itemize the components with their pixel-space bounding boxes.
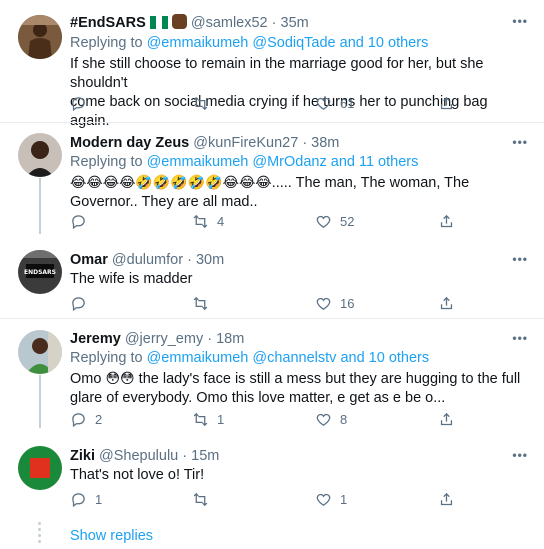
tweet-text: That's not love o! Tir! xyxy=(70,467,205,483)
share-icon xyxy=(440,296,453,310)
emoji-sequence: 😂😂😂😂🤣🤣🤣🤣🤣😂😂😂 xyxy=(70,174,272,190)
raised-fist-icon xyxy=(171,14,187,29)
share-icon xyxy=(440,412,453,426)
collapsed-thread-dots xyxy=(38,522,42,546)
retweet-button[interactable]: 1 xyxy=(192,411,224,428)
mention-link[interactable]: @emmaikumeh xyxy=(147,154,249,170)
mention-link[interactable]: @MrOdanz xyxy=(252,154,326,170)
like-button[interactable]: 16 xyxy=(315,295,354,312)
replying-to: Replying to @emmaikumeh @channelstv and … xyxy=(70,350,430,366)
more-icon[interactable]: ••• xyxy=(512,331,528,345)
share-icon xyxy=(440,96,453,110)
more-icon[interactable]: ••• xyxy=(512,448,528,462)
replying-to: Replying to @emmaikumeh @MrOdanz and 11 … xyxy=(70,154,419,170)
more-icon[interactable]: ••• xyxy=(512,135,528,149)
tweet-actions: 61 xyxy=(70,95,510,115)
timestamp[interactable]: · 30m xyxy=(187,252,224,268)
tweet-samlex52[interactable]: #EndSARS @samlex52 · 35m ••• Replying to… xyxy=(0,0,544,129)
tweet-actions: 1 1 xyxy=(70,491,510,511)
retweet-icon xyxy=(193,412,208,427)
tweet-text: Omo 😳😳 the lady's face is still a mess b… xyxy=(70,370,521,406)
heart-icon xyxy=(316,413,331,426)
reply-icon xyxy=(72,493,85,508)
heart-icon xyxy=(316,297,331,310)
like-button[interactable]: 52 xyxy=(315,213,354,230)
tweet-jerry_emy[interactable]: Jeremy @jerry_emy · 18m ••• Replying to … xyxy=(0,319,544,436)
reply-button[interactable] xyxy=(70,95,95,112)
retweet-icon xyxy=(193,296,208,311)
avatar[interactable] xyxy=(18,446,62,490)
reply-button[interactable] xyxy=(70,295,95,312)
mention-link[interactable]: @SodiqTade xyxy=(252,35,335,51)
handle[interactable]: @samlex52 xyxy=(191,15,268,31)
more-icon[interactable]: ••• xyxy=(512,252,528,266)
share-icon xyxy=(440,492,453,506)
others-link[interactable]: and 11 others xyxy=(331,154,419,170)
avatar[interactable] xyxy=(18,133,62,177)
tweet-Shepululu[interactable]: Ziki @Shepululu · 15m ••• That's not lov… xyxy=(0,436,544,518)
share-button[interactable] xyxy=(438,95,455,112)
reply-button[interactable] xyxy=(70,213,95,230)
timestamp[interactable]: · 38m xyxy=(302,135,339,151)
retweet-button[interactable] xyxy=(192,491,217,508)
reply-icon xyxy=(72,297,85,312)
heart-icon xyxy=(316,97,331,110)
avatar[interactable] xyxy=(18,15,62,59)
share-button[interactable] xyxy=(438,411,455,428)
reply-icon xyxy=(72,413,85,428)
share-button[interactable] xyxy=(438,213,455,230)
tweet-text: The wife is madder xyxy=(70,271,193,287)
svg-text:ENDSARS: ENDSARS xyxy=(24,269,56,276)
heart-icon xyxy=(316,493,331,506)
tweet-text: 😂😂😂😂🤣🤣🤣🤣🤣😂😂😂..... The man, The woman, Th… xyxy=(70,174,470,210)
retweet-button[interactable] xyxy=(192,95,217,112)
timestamp[interactable]: · 18m xyxy=(207,331,244,347)
avatar[interactable]: ENDSARS xyxy=(18,250,62,294)
avatar[interactable] xyxy=(18,330,62,374)
timestamp[interactable]: · 15m xyxy=(182,448,219,464)
heart-icon xyxy=(316,215,331,228)
mention-link[interactable]: @emmaikumeh xyxy=(147,350,249,366)
reply-button[interactable]: 2 xyxy=(70,411,102,428)
reply-icon xyxy=(72,97,85,112)
show-replies-link[interactable]: Show replies xyxy=(70,528,153,544)
tweet-actions: 2 1 8 xyxy=(70,411,510,431)
like-button[interactable]: 1 xyxy=(315,491,347,508)
retweet-icon xyxy=(193,214,208,229)
retweet-icon xyxy=(193,492,208,507)
mention-link[interactable]: @emmaikumeh xyxy=(147,35,249,51)
handle[interactable]: @Shepululu xyxy=(99,448,178,464)
display-name[interactable]: Modern day Zeus xyxy=(70,135,189,151)
display-name[interactable]: Ziki xyxy=(70,448,95,464)
display-name[interactable]: Jeremy xyxy=(70,331,121,347)
tweet-kunFireKun27[interactable]: Modern day Zeus @kunFireKun27 · 38m ••• … xyxy=(0,123,544,240)
handle[interactable]: @dulumfor xyxy=(112,252,183,268)
display-name[interactable]: #EndSARS xyxy=(70,15,146,31)
tweet-actions: 4 52 xyxy=(70,213,510,233)
others-link[interactable]: and 10 others xyxy=(340,35,429,51)
retweet-icon xyxy=(193,96,208,111)
timestamp[interactable]: · 35m xyxy=(272,15,309,31)
tweet-text: If she still choose to remain in the mar… xyxy=(70,56,488,129)
retweet-button[interactable] xyxy=(192,295,217,312)
reply-button[interactable]: 1 xyxy=(70,491,102,508)
share-button[interactable] xyxy=(438,491,455,508)
share-icon xyxy=(440,214,453,228)
mention-link[interactable]: @channelstv xyxy=(252,350,336,366)
retweet-button[interactable]: 4 xyxy=(192,213,224,230)
handle[interactable]: @jerry_emy xyxy=(125,331,203,347)
like-button[interactable]: 61 xyxy=(315,95,354,112)
reply-icon xyxy=(72,215,85,230)
tweet-actions: 16 xyxy=(70,295,510,315)
more-icon[interactable]: ••• xyxy=(512,14,528,28)
flushed-face-icon: 😳😳 xyxy=(105,370,135,386)
others-link[interactable]: and 10 others xyxy=(340,350,429,366)
tweet-dulumfor[interactable]: ENDSARS Omar @dulumfor · 30m ••• The wif… xyxy=(0,240,544,316)
display-name[interactable]: Omar xyxy=(70,252,108,268)
like-button[interactable]: 8 xyxy=(315,411,347,428)
share-button[interactable] xyxy=(438,295,455,312)
nigeria-flag-icon xyxy=(149,16,168,29)
replying-to: Replying to @emmaikumeh @SodiqTade and 1… xyxy=(70,35,429,51)
handle[interactable]: @kunFireKun27 xyxy=(193,135,298,151)
